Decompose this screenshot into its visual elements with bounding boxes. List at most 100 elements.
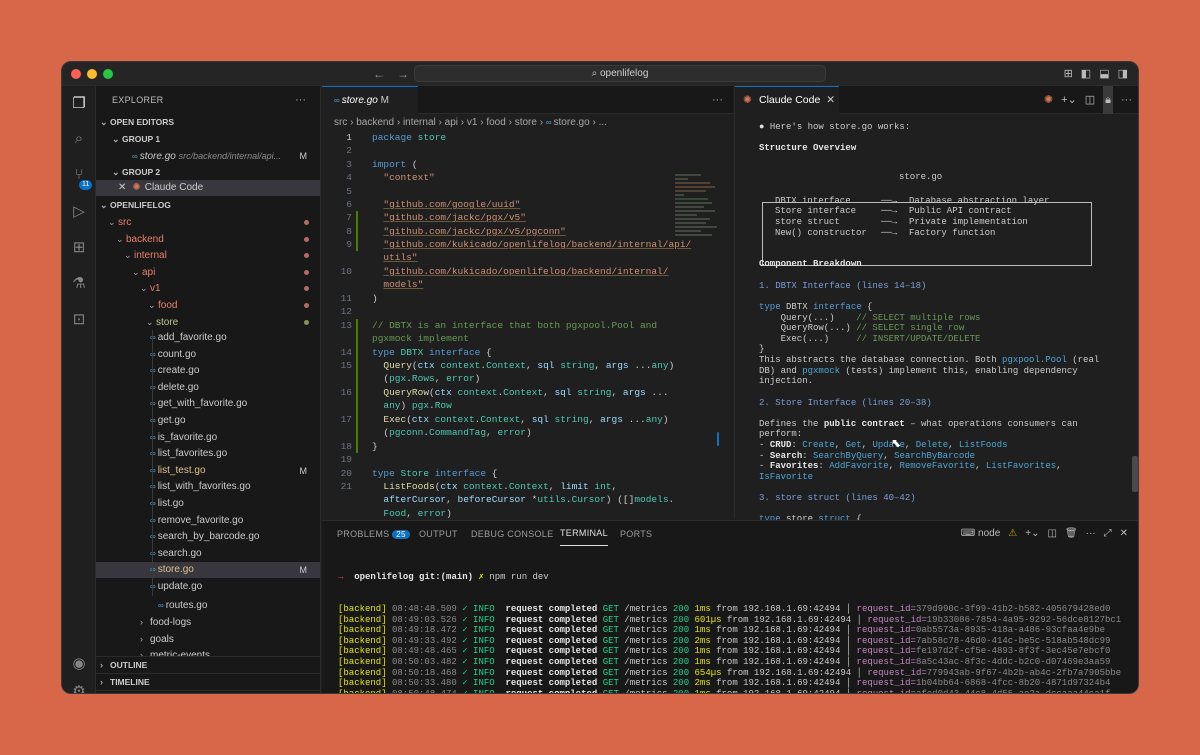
- folder-api[interactable]: ⌄ api: [96, 264, 320, 280]
- tab-claude-code[interactable]: ✺ Claude Code ✕: [735, 86, 839, 114]
- lock-icon[interactable]: 🔒︎: [1103, 86, 1113, 114]
- source-control-icon[interactable]: ⑂: [62, 166, 96, 183]
- more-actions-icon[interactable]: ···: [712, 86, 723, 114]
- add-terminal-icon[interactable]: +⌄: [1025, 521, 1039, 547]
- file-item[interactable]: ∞is_favorite.go: [96, 430, 320, 446]
- folder-store[interactable]: ⌄ store: [96, 314, 320, 330]
- add-icon[interactable]: +⌄: [1061, 86, 1077, 114]
- file-item[interactable]: ∞create.go: [96, 363, 320, 379]
- project-section[interactable]: ⌄ OPENLIFELOG: [96, 197, 320, 213]
- tab-ports[interactable]: PORTS: [620, 521, 652, 547]
- breadcrumb-item[interactable]: ...: [599, 117, 607, 128]
- minimize-window-button[interactable]: [87, 69, 97, 79]
- claude-scrollbar[interactable]: [1132, 456, 1138, 492]
- command-center[interactable]: ⌕ openlifelog: [414, 65, 826, 82]
- breadcrumb-item[interactable]: store: [515, 117, 537, 128]
- run-debug-icon[interactable]: ▷: [62, 202, 96, 220]
- file-item[interactable]: ∞update.go: [96, 579, 320, 595]
- more-actions-icon[interactable]: ···: [295, 86, 306, 114]
- tab-debug-console[interactable]: DEBUG CONSOLE: [471, 521, 553, 547]
- warning-icon[interactable]: ⚠: [1008, 521, 1017, 547]
- go-section[interactable]: ›GO: [96, 690, 320, 693]
- tab-store-go[interactable]: ∞ store.go M: [322, 86, 418, 114]
- group-2-header[interactable]: ⌄ GROUP 2: [96, 164, 320, 180]
- line-number: 3: [346, 159, 352, 170]
- group-1-header[interactable]: ⌄ GROUP 1: [96, 131, 320, 147]
- file-item[interactable]: ∞list.go: [96, 496, 320, 512]
- breadcrumb-item[interactable]: v1: [467, 117, 478, 128]
- file-item[interactable]: ∞list_with_favorites.go: [96, 479, 320, 495]
- tab-terminal[interactable]: TERMINAL: [560, 521, 608, 546]
- minimap[interactable]: [675, 174, 719, 284]
- breadcrumb-item[interactable]: food: [486, 117, 505, 128]
- customize-layout-icon[interactable]: ⊞: [1064, 67, 1073, 80]
- folder-food[interactable]: ⌄ food: [96, 297, 320, 313]
- claude-tabs: ✺ Claude Code ✕ ✺ +⌄ ◫ 🔒︎ ···: [735, 86, 1138, 114]
- close-panel-icon[interactable]: ✕: [1120, 521, 1128, 547]
- breadcrumb-item[interactable]: api: [445, 117, 458, 128]
- line-number: 1: [346, 132, 352, 143]
- file-item[interactable]: ∞search_by_barcode.go: [96, 529, 320, 545]
- terminal-output[interactable]: → openlifelog git:(main) ✗ npm run dev […: [338, 551, 1128, 693]
- breadcrumb-item[interactable]: internal: [403, 117, 436, 128]
- file-item[interactable]: ∞store.goM: [96, 562, 320, 579]
- open-editor-claude-code[interactable]: ✕ ✺ Claude Code: [96, 180, 320, 196]
- folder-food-logs[interactable]: › food-logs: [96, 614, 320, 630]
- log-line: [backend] 08:49:03.526 ✓ INFO request co…: [338, 614, 1122, 625]
- file-item[interactable]: ∞count.go: [96, 347, 320, 363]
- files-icon[interactable]: ❐: [62, 94, 96, 112]
- claude-icon[interactable]: ✺: [1044, 86, 1053, 114]
- maximize-panel-icon[interactable]: ⤢: [1104, 521, 1112, 547]
- line-number: 19: [340, 454, 352, 465]
- more-actions-icon[interactable]: ···: [1121, 86, 1132, 114]
- breadcrumb-item[interactable]: src: [334, 117, 347, 128]
- file-item[interactable]: ∞get_with_favorite.go: [96, 396, 320, 412]
- account-icon[interactable]: ◉: [62, 654, 96, 672]
- breadcrumb-item[interactable]: store.go: [554, 117, 590, 128]
- split-terminal-icon[interactable]: ◫: [1047, 521, 1056, 547]
- log-line: [backend] 08:49:48.465 ✓ INFO request co…: [338, 646, 1111, 657]
- toggle-panel-icon[interactable]: ⬓: [1099, 67, 1109, 80]
- split-editor-icon[interactable]: ◫: [1085, 86, 1095, 114]
- forward-arrow-icon[interactable]: →: [397, 67, 409, 81]
- file-item[interactable]: ∞delete.go: [96, 380, 320, 396]
- settings-gear-icon[interactable]: ⚙: [62, 682, 96, 693]
- close-icon[interactable]: ✕: [118, 182, 126, 193]
- file-item[interactable]: ∞remove_favorite.go: [96, 513, 320, 529]
- tab-output[interactable]: OUTPUT: [419, 521, 458, 547]
- terminal-icon[interactable]: ⌨ node: [961, 521, 1000, 547]
- open-editors-section[interactable]: ⌄ OPEN EDITORS: [96, 114, 320, 130]
- search-icon[interactable]: ⌕: [62, 130, 96, 147]
- folder-src[interactable]: ⌄ src: [96, 214, 320, 230]
- folder-internal[interactable]: ⌄ internal: [96, 247, 320, 263]
- breadcrumb-item[interactable]: backend: [356, 117, 394, 128]
- code-editor[interactable]: 12345678910111213141516171819202122 pack…: [322, 132, 733, 532]
- close-window-button[interactable]: [71, 69, 81, 79]
- folder-metric-events[interactable]: › metric-events: [96, 647, 320, 656]
- folder-goals[interactable]: › goals: [96, 631, 320, 647]
- file-item[interactable]: ∞search.go: [96, 546, 320, 562]
- tab-problems[interactable]: PROBLEMS 25: [337, 521, 410, 548]
- extensions-icon[interactable]: ⊞: [62, 238, 96, 256]
- remote-explorer-icon[interactable]: ⊡: [62, 310, 96, 328]
- toggle-sidebar-icon[interactable]: ◧: [1081, 67, 1091, 80]
- file-item[interactable]: ∞add_favorite.go: [96, 330, 320, 346]
- timeline-section[interactable]: › TIMELINE: [96, 673, 320, 689]
- outline-section[interactable]: › OUTLINE: [96, 656, 320, 672]
- file-item[interactable]: ∞list_favorites.go: [96, 446, 320, 462]
- open-editor-store-go[interactable]: ∞ store.go src/backend/internal/api... M: [96, 148, 320, 164]
- testing-icon[interactable]: ⚗: [62, 274, 96, 292]
- trash-icon[interactable]: 🗑︎: [1065, 521, 1078, 547]
- folder-v1[interactable]: ⌄ v1: [96, 280, 320, 296]
- zoom-window-button[interactable]: [103, 69, 113, 79]
- more-actions-icon[interactable]: ···: [1086, 521, 1096, 547]
- toggle-secondary-sidebar-icon[interactable]: ◨: [1118, 67, 1128, 80]
- claude-icon: ✺: [132, 182, 141, 193]
- file-item[interactable]: ∞list_test.goM: [96, 463, 320, 479]
- back-arrow-icon[interactable]: ←: [373, 67, 385, 81]
- close-icon[interactable]: ✕: [826, 94, 835, 106]
- breadcrumb-separator: ›: [536, 117, 546, 128]
- folder-backend[interactable]: ⌄ backend: [96, 231, 320, 247]
- file-item[interactable]: ∞get.go: [96, 413, 320, 429]
- file-routes-go[interactable]: ∞ routes.go: [96, 598, 320, 614]
